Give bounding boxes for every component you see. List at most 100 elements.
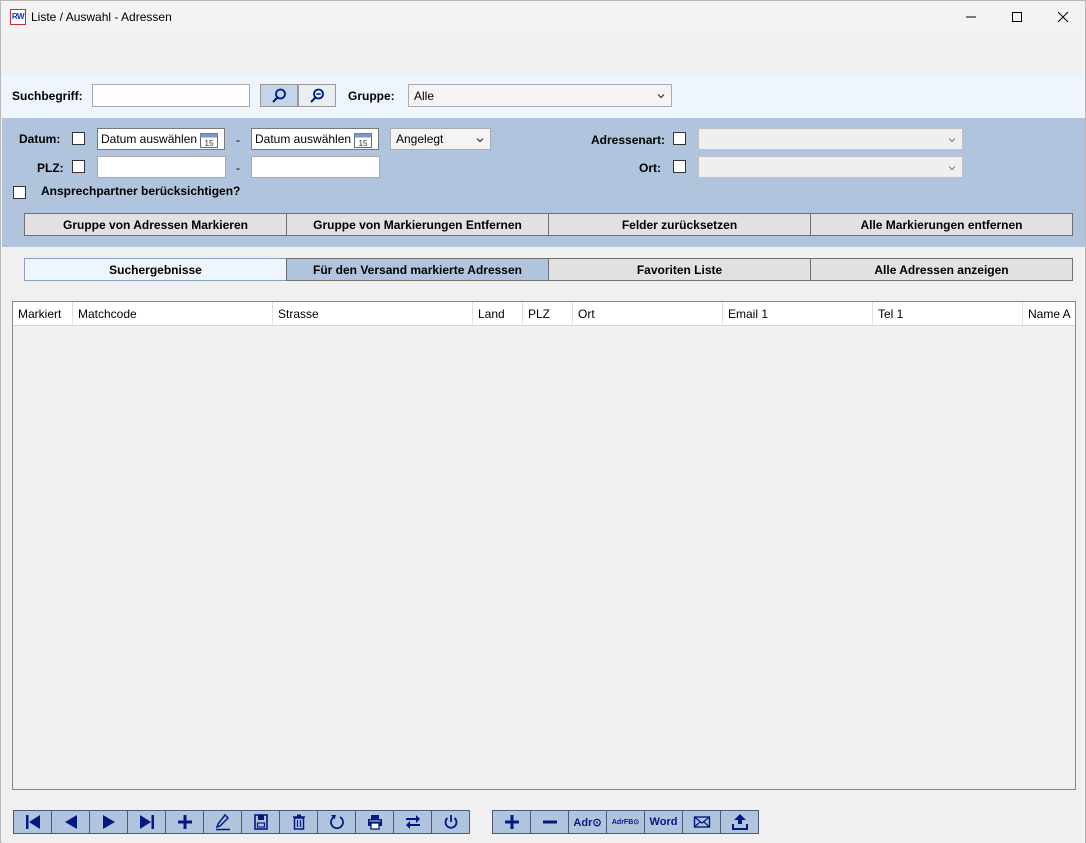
calendar-day-text: 15 xyxy=(205,139,214,148)
calendar-icon[interactable]: 15 xyxy=(354,131,372,148)
plz-checkbox[interactable] xyxy=(72,160,85,173)
adressenart-label: Adressenart: xyxy=(591,133,666,147)
column-header-email[interactable]: Email 1 xyxy=(723,302,873,326)
swap-icon xyxy=(405,815,420,829)
remove-address-button[interactable] xyxy=(530,810,569,834)
ansprechpartner-checkbox[interactable] xyxy=(13,186,26,199)
next-record-button[interactable] xyxy=(89,810,128,834)
email-button[interactable] xyxy=(682,810,721,834)
grid-header: Markiert Matchcode Strasse Land PLZ Ort … xyxy=(13,302,1075,326)
save-record-button[interactable] xyxy=(241,810,280,834)
adressenart-checkbox[interactable] xyxy=(673,132,686,145)
gruppe-select[interactable]: Alle xyxy=(408,84,672,107)
save-icon xyxy=(253,814,268,830)
zoom-out-search-icon xyxy=(310,88,324,103)
chevron-down-icon xyxy=(476,138,484,143)
add-icon xyxy=(177,815,192,829)
gruppe-label: Gruppe: xyxy=(348,89,395,103)
remove-mark-group-button[interactable]: Gruppe von Markierungen Entfernen xyxy=(286,213,549,236)
date-to-picker[interactable]: Datum auswählen 15 xyxy=(251,128,379,150)
window-title: Liste / Auswahl - Adressen xyxy=(31,10,172,24)
search-button[interactable] xyxy=(260,84,298,107)
plz-from-input[interactable] xyxy=(97,156,226,178)
adrfb-button[interactable]: AdrFB⊙ xyxy=(606,810,645,834)
delete-icon xyxy=(292,814,305,830)
minus-icon xyxy=(542,820,557,824)
column-header-name-a[interactable]: Name A xyxy=(1023,302,1075,326)
maximize-button[interactable] xyxy=(994,1,1040,33)
envelope-icon xyxy=(693,816,710,828)
bottom-toolbar: Adr⊙ AdrFB⊙ Word xyxy=(2,800,1085,843)
tab-all-addresses[interactable]: Alle Adressen anzeigen xyxy=(810,258,1073,281)
edit-record-button[interactable] xyxy=(203,810,242,834)
word-label: Word xyxy=(649,816,678,828)
app-logo-icon: RW xyxy=(10,9,26,25)
previous-record-button[interactable] xyxy=(51,810,90,834)
tab-search-results[interactable]: Suchergebnisse xyxy=(24,258,287,281)
add-address-button[interactable] xyxy=(492,810,531,834)
refresh-button[interactable] xyxy=(317,810,356,834)
column-header-strasse[interactable]: Strasse xyxy=(273,302,473,326)
add-record-button[interactable] xyxy=(165,810,204,834)
print-button[interactable] xyxy=(355,810,394,834)
maximize-icon xyxy=(1012,12,1022,22)
tab-marked-for-mailing[interactable]: Für den Versand markierte Adressen xyxy=(286,258,549,281)
search-icon xyxy=(272,88,286,103)
address-list-window: RW Liste / Auswahl - Adressen Suchbegrif… xyxy=(0,0,1086,843)
column-header-tel[interactable]: Tel 1 xyxy=(873,302,1023,326)
next-record-icon xyxy=(102,815,115,829)
first-record-button[interactable] xyxy=(13,810,52,834)
datum-checkbox[interactable] xyxy=(72,132,85,145)
date-type-select[interactable]: Angelegt xyxy=(390,128,491,150)
search-input[interactable] xyxy=(92,84,250,107)
close-icon xyxy=(1057,11,1069,23)
reset-fields-button[interactable]: Felder zurücksetzen xyxy=(548,213,811,236)
power-button[interactable] xyxy=(431,810,470,834)
column-header-matchcode[interactable]: Matchcode xyxy=(73,302,273,326)
upload-button[interactable] xyxy=(720,810,759,834)
previous-record-icon xyxy=(64,815,77,829)
calendar-icon[interactable]: 15 xyxy=(200,131,218,148)
remove-all-marks-button[interactable]: Alle Markierungen entfernen xyxy=(810,213,1073,236)
tab-row: Suchergebnisse Für den Versand markierte… xyxy=(24,258,1073,281)
date-type-value: Angelegt xyxy=(396,132,444,146)
address-toolbar-group: Adr⊙ AdrFB⊙ Word xyxy=(492,810,759,834)
search-strip: Suchbegriff: Gruppe: Alle xyxy=(2,74,1085,118)
column-header-ort[interactable]: Ort xyxy=(573,302,723,326)
date-from-picker[interactable]: Datum auswählen 15 xyxy=(97,128,225,150)
calendar-day-text: 15 xyxy=(359,139,368,148)
adr-button[interactable]: Adr⊙ xyxy=(568,810,607,834)
mark-address-group-button[interactable]: Gruppe von Adressen Markieren xyxy=(24,213,287,236)
plz-label: PLZ: xyxy=(37,161,64,175)
minimize-icon xyxy=(966,16,976,18)
adressenart-select[interactable] xyxy=(698,128,963,150)
ort-select[interactable] xyxy=(698,156,963,178)
advanced-search-button[interactable] xyxy=(298,84,336,107)
swap-button[interactable] xyxy=(393,810,432,834)
minimize-button[interactable] xyxy=(948,1,994,33)
address-grid[interactable]: Markiert Matchcode Strasse Land PLZ Ort … xyxy=(12,301,1076,790)
chevron-down-icon xyxy=(657,94,665,99)
word-button[interactable]: Word xyxy=(644,810,683,834)
tab-favorites[interactable]: Favoriten Liste xyxy=(548,258,811,281)
record-toolbar-group xyxy=(13,810,470,834)
date-from-text: Datum auswählen xyxy=(101,132,198,146)
last-record-icon xyxy=(139,815,154,829)
action-button-row: Gruppe von Adressen Markieren Gruppe von… xyxy=(24,213,1073,236)
edit-icon xyxy=(215,813,230,831)
column-header-plz[interactable]: PLZ xyxy=(523,302,573,326)
delete-record-button[interactable] xyxy=(279,810,318,834)
column-header-land[interactable]: Land xyxy=(473,302,523,326)
filter-panel: Datum: Datum auswählen 15 - Datum auswäh… xyxy=(2,118,1085,247)
column-header-markiert[interactable]: Markiert xyxy=(13,302,73,326)
plz-range-dash: - xyxy=(236,161,240,175)
close-button[interactable] xyxy=(1040,1,1086,33)
suchbegriff-label: Suchbegriff: xyxy=(12,89,83,103)
refresh-icon xyxy=(329,815,344,830)
last-record-button[interactable] xyxy=(127,810,166,834)
date-to-text: Datum auswählen xyxy=(255,132,352,146)
plz-to-input[interactable] xyxy=(251,156,380,178)
title-bar: RW Liste / Auswahl - Adressen xyxy=(1,1,1085,33)
gruppe-select-value: Alle xyxy=(414,88,435,103)
ort-checkbox[interactable] xyxy=(673,160,686,173)
